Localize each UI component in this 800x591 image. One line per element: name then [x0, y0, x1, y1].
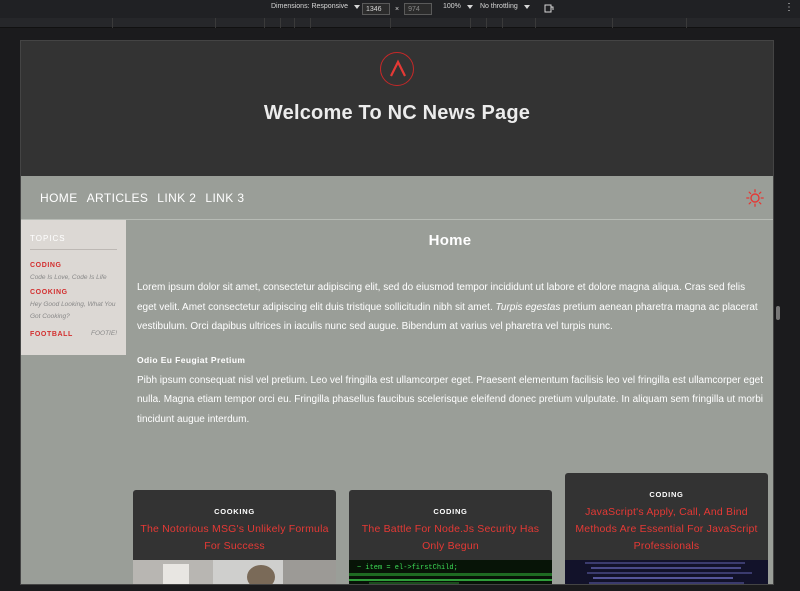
width-input[interactable]: 1346 — [362, 3, 390, 15]
sidebar-topic-description: FOOTIE! — [91, 330, 117, 337]
throttling-label: No throttling — [480, 3, 518, 10]
rotate-icon[interactable] — [544, 4, 554, 13]
chevron-down-icon — [354, 4, 361, 9]
dimensions-label: Dimensions: Responsive — [271, 3, 349, 10]
subheading: Odio Eu Feugiat Pretium — [137, 354, 246, 365]
zoom-dropdown[interactable]: 100% — [443, 3, 473, 10]
card-title[interactable]: The Notorious MSG's Unlikely Formula For… — [133, 516, 336, 555]
section-heading: Home — [428, 232, 472, 249]
media-query-ruler — [0, 18, 800, 28]
sidebar-topic-coding[interactable]: CODING — [30, 262, 117, 269]
article-card[interactable]: CODING The Battle For Node.Js Security H… — [349, 490, 552, 584]
main-navbar: HOME ARTICLES LINK 2 LINK 3 — [21, 176, 773, 220]
throttling-dropdown[interactable]: No throttling — [480, 3, 530, 10]
dimensions-dropdown[interactable]: Dimensions: Responsive — [271, 3, 361, 10]
card-image: ~ item = el->firstChild; — [349, 560, 552, 584]
card-topic: CODING — [649, 490, 684, 499]
sun-icon[interactable] — [746, 189, 764, 212]
card-topic: CODING — [433, 507, 468, 516]
devtools-toolbar: Dimensions: Responsive 1346 × 974 100% N… — [0, 0, 800, 18]
page-viewport: Welcome To NC News Page HOME ARTICLES LI… — [20, 40, 774, 585]
article-card[interactable]: COOKING The Notorious MSG's Unlikely For… — [133, 490, 336, 584]
card-title[interactable]: JavaScript's Apply, Call, And Bind Metho… — [565, 499, 768, 555]
emphasis-text: Turpis egestas — [495, 301, 561, 313]
main-content: Home Lorem ipsum dolor sit amet, consect… — [137, 220, 763, 429]
topics-sidebar: TOPICS CODING Code Is Love, Code Is Life… — [21, 220, 126, 355]
sidebar-topic-football[interactable]: FOOTBALL — [30, 331, 73, 338]
brand-logo-icon[interactable] — [380, 52, 414, 86]
sidebar-title: TOPICS — [30, 234, 117, 250]
page-title: Welcome To NC News Page — [263, 102, 531, 124]
hero-header: Welcome To NC News Page — [21, 41, 773, 176]
svg-text:~ item = el->firstChild;: ~ item = el->firstChild; — [357, 564, 458, 572]
body-paragraph: Pibh ipsum consequat nisl vel pretium. L… — [137, 374, 763, 425]
article-card[interactable]: CODING JavaScript's Apply, Call, And Bin… — [565, 473, 768, 584]
resize-handle[interactable] — [776, 306, 780, 320]
height-input[interactable]: 974 — [404, 3, 433, 15]
sidebar-topic-description: Hey Good Looking, What You Got Cooking? — [30, 301, 116, 320]
nav-link-3[interactable]: LINK 3 — [205, 191, 244, 205]
nav-link-home[interactable]: HOME — [40, 191, 78, 205]
chevron-down-icon — [466, 4, 473, 9]
chevron-down-icon — [523, 4, 530, 9]
nav-link-2[interactable]: LINK 2 — [157, 191, 196, 205]
sidebar-topic-description: Code Is Love, Code Is Life — [30, 274, 107, 281]
card-image — [565, 560, 768, 584]
intro-paragraph: Lorem ipsum dolor sit amet, consectetur … — [137, 282, 758, 332]
card-topic: COOKING — [214, 507, 255, 516]
more-options-icon[interactable]: ⋮ — [784, 2, 794, 13]
zoom-label: 100% — [443, 3, 461, 10]
card-image — [133, 560, 336, 584]
sidebar-topic-cooking[interactable]: COOKING — [30, 289, 117, 296]
card-title[interactable]: The Battle For Node.Js Security Has Only… — [349, 516, 552, 555]
nav-link-articles[interactable]: ARTICLES — [87, 191, 149, 205]
times-sign: × — [395, 5, 400, 13]
